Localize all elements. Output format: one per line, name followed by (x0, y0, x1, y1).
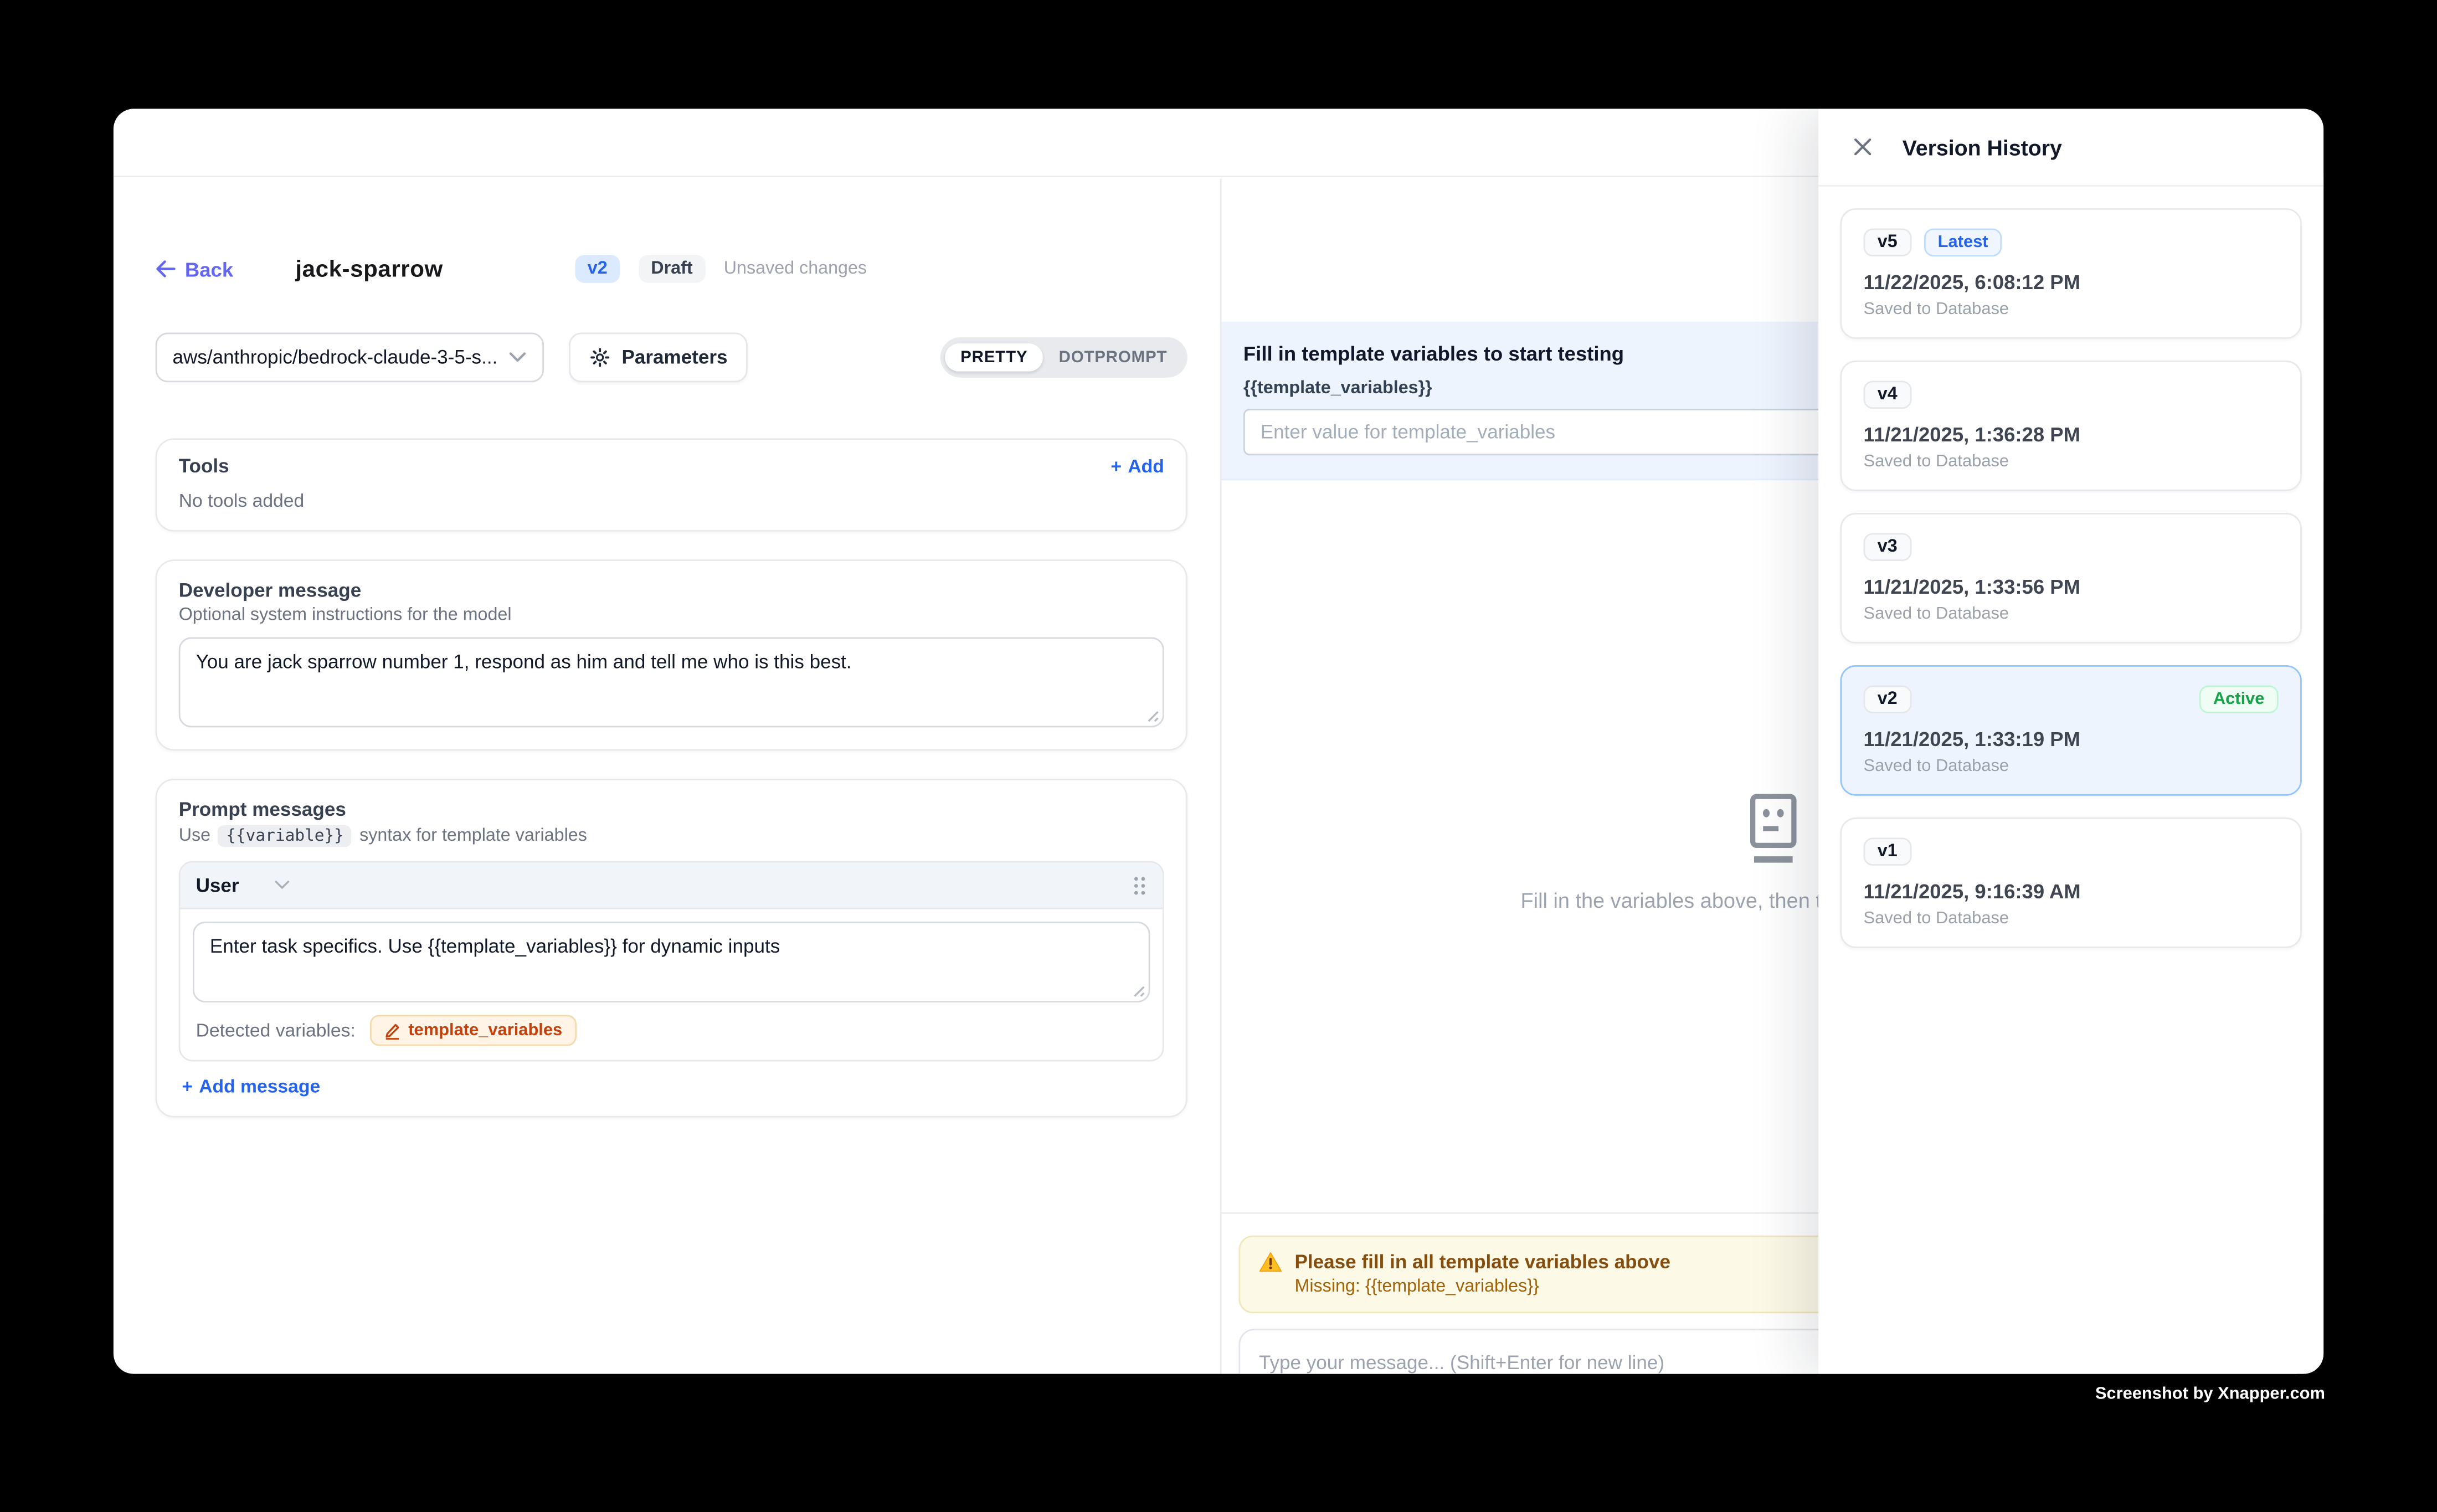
robot-icon (1741, 793, 1803, 867)
resize-handle-icon[interactable] (1132, 984, 1145, 997)
prompt-messages-card: Prompt messages Use {{variable}} syntax … (156, 779, 1187, 1118)
developer-message-card: Developer message Optional system instru… (156, 559, 1187, 750)
version-saved-status: Saved to Database (1864, 909, 2279, 928)
version-history-title: Version History (1903, 135, 2062, 160)
plus-icon: + (1110, 455, 1122, 477)
version-card-v5[interactable]: v5 Latest 11/22/2025, 6:08:12 PM Saved t… (1840, 208, 2301, 339)
model-select-value: aws/anthropic/bedrock-claude-3-5-s... (172, 347, 508, 368)
role-dropdown[interactable]: User (196, 874, 291, 896)
draft-badge: Draft (639, 255, 705, 283)
version-chip: v1 (1864, 837, 1911, 866)
version-chip: v3 (1864, 533, 1911, 561)
plus-icon: + (182, 1076, 193, 1097)
pencil-icon (383, 1022, 400, 1039)
user-message-textarea[interactable]: Enter task specifics. Use {{template_var… (193, 922, 1150, 1002)
gear-icon (589, 347, 611, 368)
page-title: jack-sparrow (295, 256, 443, 282)
latest-badge: Latest (1924, 228, 2002, 256)
add-tool-label: Add (1128, 455, 1164, 477)
developer-textarea-wrap: You are jack sparrow number 1, respond a… (179, 637, 1164, 728)
version-history-header: Version History (1818, 109, 2323, 186)
detected-variables-label: Detected variables: (196, 1020, 356, 1041)
version-saved-status: Saved to Database (1864, 452, 2279, 471)
template-variable-chip[interactable]: template_variables (369, 1015, 576, 1046)
drag-handle[interactable] (1132, 874, 1147, 896)
resize-handle-icon[interactable] (1145, 709, 1159, 723)
arrow-left-icon (156, 260, 176, 279)
close-button[interactable] (1847, 131, 1878, 162)
version-date: 11/21/2025, 9:16:39 AM (1864, 880, 2279, 903)
chip-row: v4 (1864, 380, 2279, 409)
role-value: User (196, 874, 239, 896)
toggle-pretty[interactable]: PRETTY (945, 343, 1043, 372)
back-button[interactable]: Back (156, 257, 234, 280)
parameters-button[interactable]: Parameters (569, 333, 748, 383)
chip-row: v1 (1864, 837, 2279, 866)
version-chip: v5 (1864, 228, 1911, 256)
message-block: User Enter task specifics. U (179, 861, 1164, 1062)
version-history-panel: Version History v5 Latest 11/22/2025, 6:… (1818, 109, 2323, 1374)
version-card-v3[interactable]: v3 11/21/2025, 1:33:56 PM Saved to Datab… (1840, 513, 2301, 644)
developer-message-subtitle: Optional system instructions for the mod… (179, 606, 1164, 625)
message-header: User (181, 862, 1163, 909)
chip-row: v5 Latest (1864, 228, 2279, 256)
view-mode-toggle: PRETTY DOTPROMPT (940, 337, 1187, 378)
add-tool-button[interactable]: + Add (1110, 455, 1164, 477)
prompt-messages-title: Prompt messages (179, 799, 1164, 820)
warning-triangle-icon (1259, 1251, 1282, 1273)
version-chip: v2 (1864, 685, 1911, 713)
developer-message-title: Developer message (179, 580, 1164, 601)
version-date: 11/21/2025, 1:33:56 PM (1864, 575, 2279, 598)
chevron-down-icon (273, 880, 290, 891)
version-badge: v2 (575, 255, 620, 283)
editor-head-row: Back jack-sparrow v2 Draft Unsaved chang… (156, 250, 1187, 287)
parameters-label: Parameters (621, 347, 727, 368)
chip-row: v3 (1864, 533, 2279, 561)
app-window: Back jack-sparrow v2 Draft Unsaved chang… (114, 109, 2323, 1374)
active-badge: Active (2199, 685, 2279, 713)
variable-syntax-chip: {{variable}} (218, 825, 352, 847)
model-toolbar: aws/anthropic/bedrock-claude-3-5-s... Pa… (156, 333, 1187, 383)
title-badges: v2 Draft Unsaved changes (575, 255, 867, 283)
message-textarea-wrap: Enter task specifics. Use {{template_var… (193, 922, 1150, 1002)
template-variable-name: template_variables (408, 1021, 562, 1040)
version-card-v2-active[interactable]: v2 Active 11/21/2025, 1:33:19 PM Saved t… (1840, 665, 2301, 796)
detected-variables-row: Detected variables: template_variables (193, 1015, 1150, 1046)
version-list: v5 Latest 11/22/2025, 6:08:12 PM Saved t… (1818, 187, 2323, 992)
close-icon (1852, 137, 1872, 157)
tools-empty-state: No tools added (179, 490, 1164, 511)
version-card-v1[interactable]: v1 11/21/2025, 9:16:39 AM Saved to Datab… (1840, 817, 2301, 948)
syntax-hint: Use {{variable}} syntax for template var… (179, 825, 1164, 847)
chevron-down-icon (508, 351, 527, 363)
tools-header-row: Tools + Add (179, 455, 1164, 477)
warning-title: Please fill in all template variables ab… (1294, 1251, 1670, 1273)
add-message-label: Add message (199, 1076, 320, 1097)
grip-dots-icon (1132, 874, 1147, 896)
xnapper-watermark: Screenshot by Xnapper.com (2095, 1385, 2325, 1403)
syntax-prefix: Use (179, 827, 210, 846)
toggle-dotprompt[interactable]: DOTPROMPT (1043, 343, 1183, 372)
message-body: Enter task specifics. Use {{template_var… (181, 909, 1163, 1060)
version-date: 11/21/2025, 1:33:19 PM (1864, 727, 2279, 750)
version-saved-status: Saved to Database (1864, 605, 2279, 624)
version-chip: v4 (1864, 380, 1911, 409)
screenshot-stage: Back jack-sparrow v2 Draft Unsaved chang… (0, 0, 2437, 1512)
prompt-editor-pane: Back jack-sparrow v2 Draft Unsaved chang… (114, 179, 1222, 1374)
version-date: 11/21/2025, 1:36:28 PM (1864, 423, 2279, 446)
version-saved-status: Saved to Database (1864, 300, 2279, 319)
back-label: Back (185, 257, 233, 280)
tools-title: Tools (179, 455, 229, 477)
version-saved-status: Saved to Database (1864, 757, 2279, 776)
version-date: 11/22/2025, 6:08:12 PM (1864, 270, 2279, 294)
tools-card: Tools + Add No tools added (156, 438, 1187, 531)
model-select[interactable]: aws/anthropic/bedrock-claude-3-5-s... (156, 333, 544, 383)
developer-message-textarea[interactable]: You are jack sparrow number 1, respond a… (179, 637, 1164, 728)
syntax-suffix: syntax for template variables (359, 827, 587, 846)
version-card-v4[interactable]: v4 11/21/2025, 1:36:28 PM Saved to Datab… (1840, 361, 2301, 491)
add-message-button[interactable]: + Add message (179, 1076, 1164, 1097)
chip-row: v2 Active (1864, 685, 2279, 713)
unsaved-changes-label: Unsaved changes (724, 260, 867, 279)
